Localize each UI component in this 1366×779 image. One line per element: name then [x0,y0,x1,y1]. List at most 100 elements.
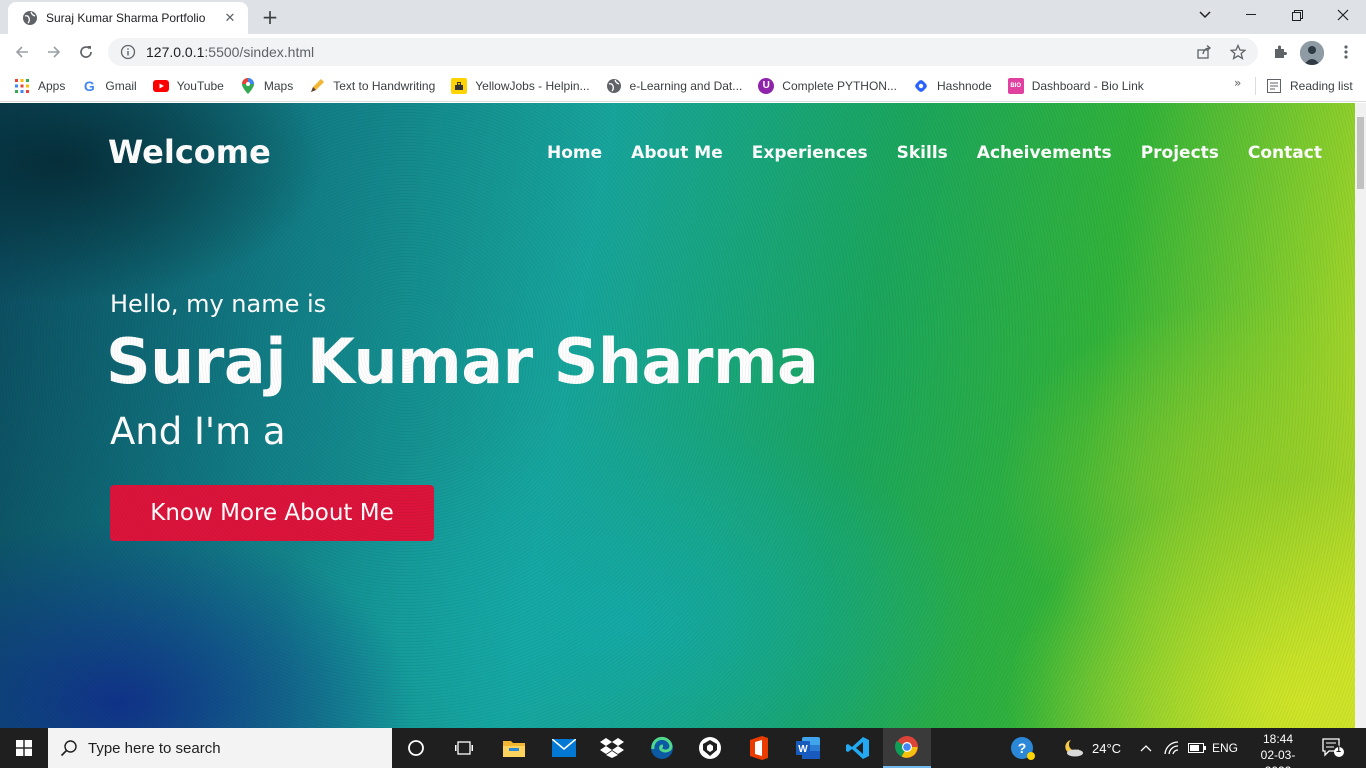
start-button[interactable] [0,728,48,768]
main-nav: Home About Me Experiences Skills Acheive… [547,143,1322,163]
language-indicator[interactable]: ENG [1212,728,1238,768]
bookmark-python[interactable]: U Complete PYTHON... [758,77,897,94]
yellowjobs-icon [451,77,468,94]
nav-skills[interactable]: Skills [897,143,948,163]
chrome-icon[interactable] [883,728,931,768]
bookmark-label: Dashboard - Bio Link [1031,78,1144,93]
bookmark-maps[interactable]: Maps [240,77,294,94]
hashnode-icon [913,78,929,94]
reading-list-button[interactable]: Reading list [1266,70,1353,102]
page-viewport: Welcome Home About Me Experiences Skills… [0,103,1355,728]
nav-projects[interactable]: Projects [1141,143,1219,163]
notification-center-icon[interactable]: 1 [1322,728,1344,768]
dropbox-icon[interactable] [588,728,636,768]
search-placeholder: Type here to search [88,739,221,757]
mail-icon[interactable] [540,728,588,768]
nav-home[interactable]: Home [547,143,602,163]
reading-list-label: Reading list [1290,79,1353,93]
share-icon[interactable] [1196,44,1212,60]
page-scrollbar[interactable] [1355,103,1366,728]
bookmark-hashnode[interactable]: Hashnode [913,78,992,94]
windows-logo-icon [16,740,32,756]
hero-name: Suraj Kumar Sharma [106,325,819,398]
site-brand[interactable]: Welcome [108,133,271,171]
bookmark-yellowjobs[interactable]: YellowJobs - Helpin... [451,77,590,94]
globe-icon [22,10,38,26]
file-explorer-icon[interactable] [490,728,538,768]
svg-text:?: ? [1018,740,1027,756]
task-view-icon[interactable] [440,728,488,768]
bookmark-label: Complete PYTHON... [782,78,897,93]
chrome-menu-icon[interactable] [1332,38,1360,66]
more-bookmarks-button[interactable]: » [1234,76,1241,90]
globe-icon [606,78,622,94]
tab-strip: Suraj Kumar Sharma Portfolio ✕ + [0,0,1366,34]
weather-widget[interactable]: 24°C [1062,728,1121,768]
taskbar-search[interactable]: Type here to search [48,728,392,768]
bookmark-text-to-handwriting[interactable]: Text to Handwriting [309,78,435,94]
browser-toolbar: 127.0.0.1:5500/sindex.html [0,34,1366,70]
maps-pin-icon [240,77,256,94]
url-host: 127.0.0.1 [146,44,205,60]
bookmark-star-icon[interactable] [1230,44,1246,60]
bookmark-bio-link[interactable]: BIO Dashboard - Bio Link [1007,77,1144,94]
minimize-button[interactable] [1228,0,1274,30]
temperature: 24°C [1092,740,1122,756]
bookmark-label: Text to Handwriting [333,78,436,93]
forward-button[interactable] [40,38,68,66]
search-icon [60,739,78,757]
tab-close-icon[interactable]: ✕ [222,10,238,26]
restore-button[interactable] [1274,0,1320,30]
bookmark-label: YouTube [176,78,224,93]
cortana-icon[interactable] [392,728,440,768]
profile-avatar[interactable] [1300,41,1324,65]
back-button[interactable] [8,38,36,66]
bookmark-label: Gmail [105,78,137,93]
bookmark-label: YellowJobs - Helpin... [475,78,590,93]
url-text: 127.0.0.1:5500/sindex.html [146,44,1196,60]
system-clock[interactable]: 18:44 02-03-2022 [1248,731,1308,779]
bookmark-apps[interactable]: Apps [14,78,65,94]
reload-button[interactable] [72,38,100,66]
bookmark-gmail[interactable]: G Gmail [81,77,137,94]
help-icon[interactable]: ? [1010,728,1036,768]
bookmark-label: Hashnode [936,78,992,93]
office-icon[interactable] [734,728,782,768]
nav-experiences[interactable]: Experiences [752,143,868,163]
know-more-button[interactable]: Know More About Me [110,485,434,541]
close-window-button[interactable] [1320,0,1366,30]
clock-time: 18:44 [1262,732,1294,746]
bookmarks-bar: Apps G Gmail YouTube Maps Text to Handwr… [0,70,1366,102]
purple-circle-icon: U [758,77,775,94]
show-hidden-icons-icon[interactable] [1140,728,1152,768]
hero-greeting: Hello, my name is [110,290,327,318]
scrollbar-thumb[interactable] [1357,117,1364,189]
word-icon[interactable]: W [784,728,832,768]
bookmark-label: e-Learning and Dat... [629,78,743,93]
bookmark-youtube[interactable]: YouTube [152,78,224,94]
nav-contact[interactable]: Contact [1248,143,1322,163]
vscode-icon[interactable] [834,728,882,768]
bookmark-e-learning[interactable]: e-Learning and Dat... [606,78,743,94]
hero-role-prefix: And I'm a [110,410,286,453]
vpn-shield-icon[interactable] [686,728,734,768]
edge-icon[interactable] [638,728,686,768]
tab-search-icon[interactable] [1182,0,1228,30]
reading-list-icon [1266,78,1282,94]
nav-about-me[interactable]: About Me [631,143,723,163]
biolink-icon: BIO [1007,77,1024,94]
browser-tab[interactable]: Suraj Kumar Sharma Portfolio ✕ [8,2,248,34]
battery-icon[interactable] [1188,728,1206,768]
pen-icon [309,78,325,94]
extensions-icon[interactable] [1266,38,1294,66]
bookmark-label: Maps [263,78,294,93]
address-bar[interactable]: 127.0.0.1:5500/sindex.html [108,38,1258,66]
apps-grid-icon [14,78,30,94]
nav-acheivements[interactable]: Acheivements [977,143,1112,163]
bookmarks-divider [1255,77,1256,95]
url-path: :5500/sindex.html [204,44,315,60]
google-icon: G [83,77,95,94]
wifi-icon[interactable] [1164,728,1180,768]
new-tab-button[interactable]: + [258,5,282,29]
info-icon[interactable] [120,44,136,60]
